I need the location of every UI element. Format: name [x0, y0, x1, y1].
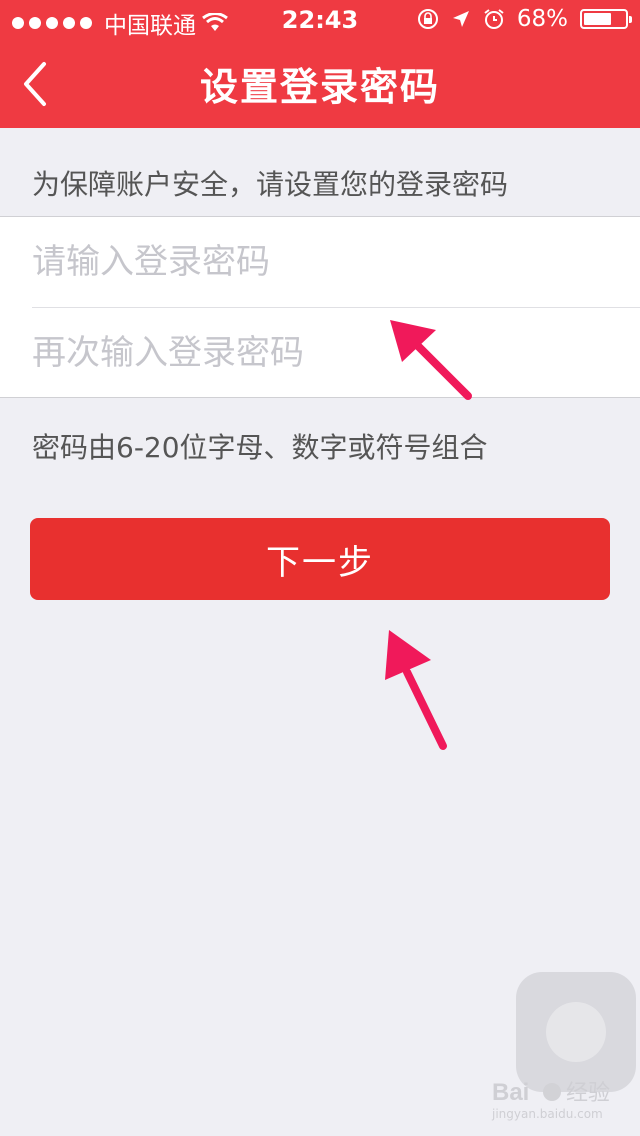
svg-text:Bai: Bai: [492, 1079, 529, 1106]
svg-text:经验: 经验: [566, 1081, 610, 1106]
status-bar: 中国联通 22:43 68%: [0, 0, 640, 40]
alarm-icon: [484, 9, 504, 29]
next-button[interactable]: 下一步: [30, 518, 610, 600]
rotation-lock-icon: [417, 9, 438, 29]
battery-icon: [580, 9, 632, 29]
svg-text:jingyan.baidu.com: jingyan.baidu.com: [491, 1107, 603, 1121]
security-hint: 为保障账户安全，请设置您的登录密码: [32, 168, 509, 201]
password-input[interactable]: [32, 217, 640, 307]
page-title: 设置登录密码: [199, 65, 440, 109]
annotation-arrow-icon: [390, 320, 472, 400]
password-form: [0, 216, 640, 398]
nav-header: 中国联通 22:43 68% 设置登录密码: [0, 0, 640, 128]
location-icon: [452, 11, 469, 27]
password-rule-text: 密码由6-20位字母、数字或符号组合: [32, 431, 488, 464]
annotation-arrow-icon: [385, 630, 447, 750]
battery-percent: 68%: [516, 6, 568, 32]
confirm-password-input[interactable]: [32, 308, 640, 398]
baidu-jingyan-logo: Bai 经验 jingyan.baidu.com: [491, 1079, 610, 1121]
